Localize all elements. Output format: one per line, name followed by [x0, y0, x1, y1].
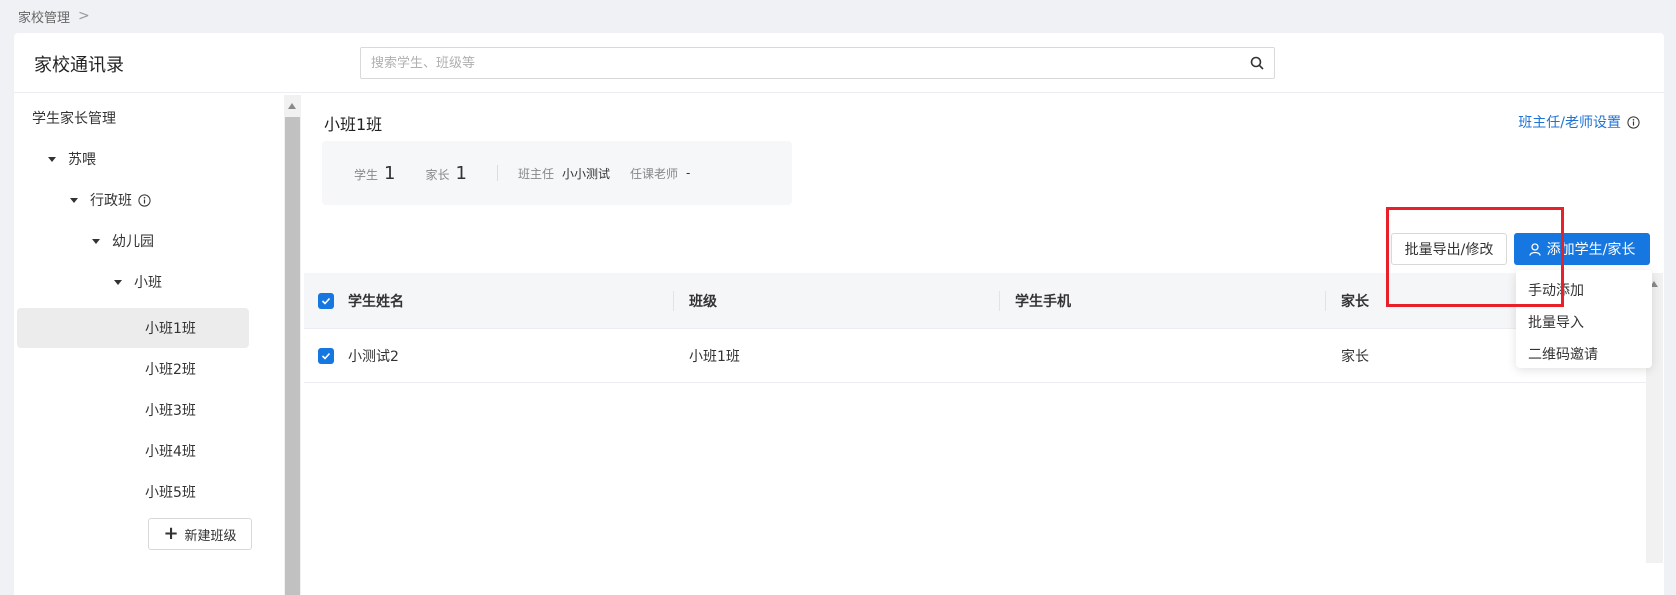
stat-value: 1	[384, 162, 396, 184]
sidebar-item-class-5[interactable]: 小班5班	[145, 472, 196, 512]
stat-value: 1	[455, 162, 467, 184]
teacher-settings-link[interactable]: 班主任/老师设置	[1518, 112, 1640, 132]
caret-down-icon[interactable]	[114, 279, 122, 285]
stat-head-teacher: 班主任 小小测试	[518, 165, 610, 182]
sidebar: 学生家长管理 苏喂 行政班 幼儿园 小班 小班1班 小班2班 小班3班 小班4班…	[14, 93, 284, 595]
class-label: 小班4班	[145, 444, 196, 460]
plus-icon: +	[163, 523, 179, 544]
main-card: 家校通讯录 学生家长管理 苏喂 行政班 幼儿园	[14, 33, 1664, 595]
sidebar-item-class-3[interactable]: 小班3班	[145, 390, 196, 430]
tree-node-admin-class[interactable]: 行政班	[70, 180, 151, 220]
class-label: 小班5班	[145, 485, 196, 501]
stat-label: 班主任	[517, 166, 554, 181]
sidebar-section-title[interactable]: 学生家长管理	[32, 98, 116, 138]
stat-students: 学生 1	[354, 163, 395, 184]
tree-node-small-class[interactable]: 小班	[114, 262, 162, 302]
caret-down-icon[interactable]	[70, 197, 78, 203]
class-label: 小班3班	[145, 403, 196, 419]
class-label: 小班2班	[145, 362, 196, 378]
header: 家校通讯录	[14, 33, 1664, 93]
info-icon[interactable]	[138, 193, 151, 207]
cell-class: 小班1班	[689, 348, 740, 365]
stat-label: 家长	[425, 167, 450, 182]
caret-down-icon[interactable]	[92, 238, 100, 244]
stat-value: -	[685, 166, 691, 180]
sidebar-item-class-2[interactable]: 小班2班	[145, 349, 196, 389]
stat-label: 任课老师	[629, 166, 678, 181]
cell-student-name: 小测试2	[348, 348, 399, 365]
new-class-label: 新建班级	[184, 528, 237, 544]
sidebar-item-class-1[interactable]: 小班1班	[17, 308, 249, 348]
info-icon	[1627, 115, 1640, 129]
table-row[interactable]: 小测试2 小班1班 家长	[304, 329, 1646, 383]
menu-item-qrcode-invite[interactable]: 二维码邀请	[1516, 338, 1652, 370]
column-header-phone: 学生手机	[999, 273, 1325, 328]
stat-subject-teacher: 任课老师 -	[630, 165, 690, 182]
tree-node-label: 小班	[134, 275, 162, 291]
select-all-checkbox[interactable]	[318, 292, 334, 309]
column-header-name: 学生姓名	[348, 293, 404, 310]
tree-node-label: 苏喂	[68, 152, 96, 168]
new-class-button[interactable]: + 新建班级	[148, 518, 252, 550]
search-input[interactable]	[361, 48, 1240, 78]
stat-value: 小小测试	[561, 166, 610, 181]
class-label: 小班1班	[145, 321, 196, 337]
sidebar-section-label: 学生家长管理	[32, 111, 116, 127]
scroll-up-arrow-icon[interactable]	[288, 103, 296, 109]
stat-label: 学生	[354, 167, 379, 182]
menu-item-batch-import[interactable]: 批量导入	[1516, 306, 1652, 338]
search-box	[360, 47, 1275, 79]
row-select-cell	[304, 347, 348, 364]
sidebar-scrollbar[interactable]	[284, 95, 301, 595]
column-header-class: 班级	[673, 273, 999, 328]
page-title: 家校通讯录	[34, 55, 124, 76]
caret-down-icon[interactable]	[48, 156, 56, 162]
tree-node-kindergarten[interactable]: 幼儿园	[92, 221, 154, 261]
breadcrumb-separator: >	[78, 8, 90, 24]
breadcrumb-item-home[interactable]: 家校管理	[18, 7, 70, 26]
search-icon[interactable]	[1240, 48, 1274, 78]
scrollbar-thumb[interactable]	[285, 117, 300, 595]
class-title: 小班1班	[324, 115, 383, 134]
divider	[496, 165, 498, 181]
cell-phone	[999, 329, 1325, 382]
stat-parents: 家长 1	[425, 163, 466, 184]
row-checkbox[interactable]	[318, 347, 334, 364]
breadcrumb: 家校管理 >	[18, 6, 90, 26]
select-all-cell	[304, 292, 348, 309]
tree-node-school[interactable]: 苏喂	[48, 139, 96, 179]
tree-node-label: 幼儿园	[112, 234, 154, 250]
teacher-settings-label: 班主任/老师设置	[1518, 115, 1621, 131]
sidebar-item-class-4[interactable]: 小班4班	[145, 431, 196, 471]
tree-node-label: 行政班	[90, 193, 132, 209]
highlight-annotation	[1386, 207, 1564, 307]
class-stats: 学生 1 家长 1 班主任 小小测试 任课老师 -	[322, 141, 792, 205]
